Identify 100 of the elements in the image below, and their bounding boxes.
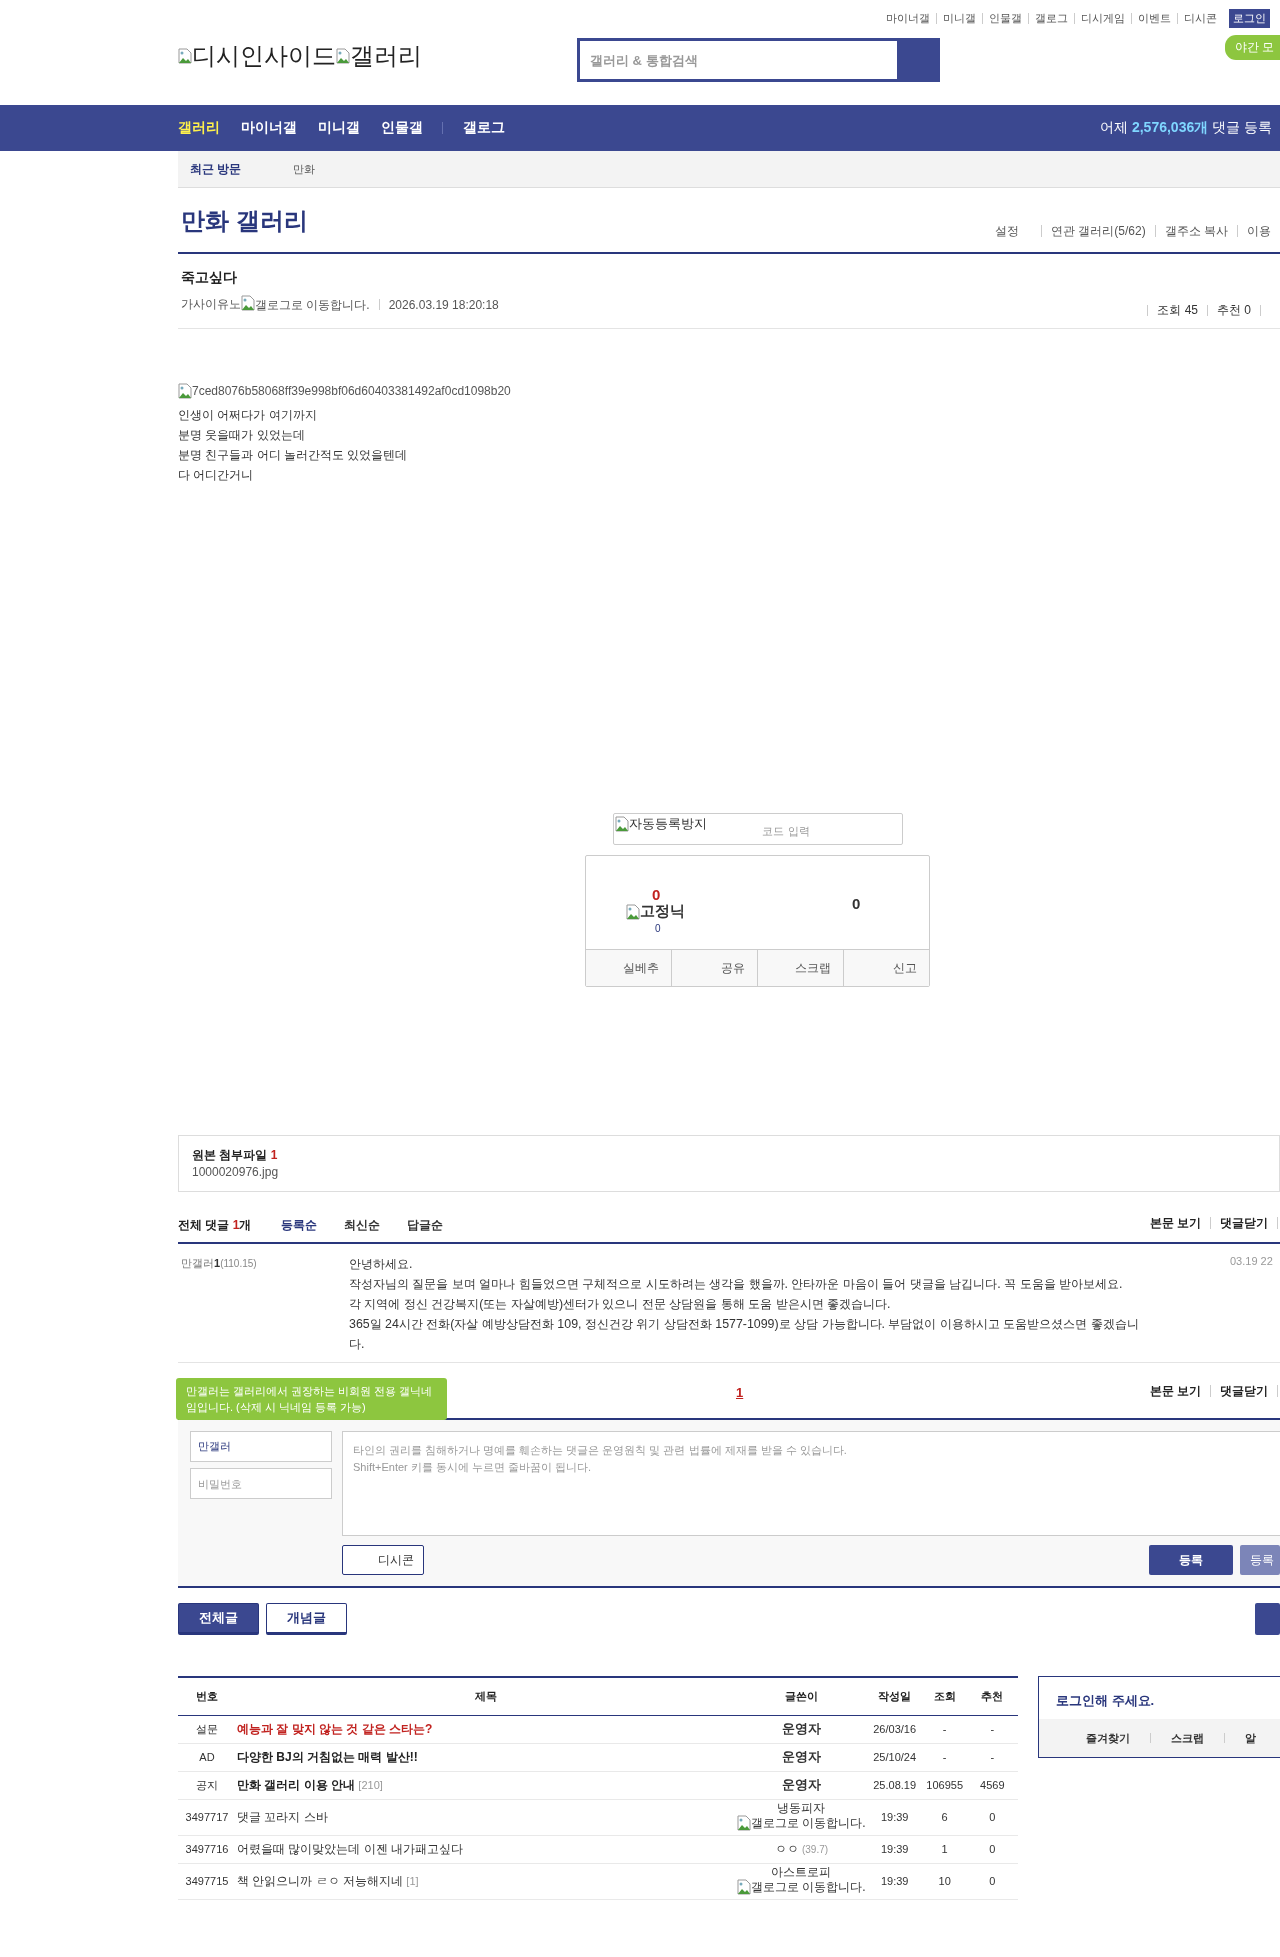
recommend-count: 4569 [966,1771,1018,1799]
post-date: 25.08.19 [866,1771,923,1799]
column-header: 번호 [178,1677,236,1715]
gallog-link[interactable]: 갤로그로 이동합니다. [241,295,370,314]
comment-link[interactable]: 본문 보기 [1140,1217,1210,1229]
gallery-link[interactable]: 갤주소 복사 [1154,225,1237,237]
gallog-link[interactable]: 갤로그로 이동합니다. [737,1878,866,1895]
sort-tab[interactable]: 답글순 [407,1217,444,1234]
downvote-count: 0 [852,895,861,912]
column-header: 추천 [966,1677,1018,1715]
gallery-logo[interactable]: 갤러리 [336,40,422,72]
recent-label: 최근 방문 [190,160,242,178]
panel-link[interactable]: 알 [1245,1730,1256,1746]
view-count: - [922,1715,967,1743]
sort-tab[interactable]: 최신순 [344,1217,381,1234]
post-text: 분명 친구들과 어디 놀러간적도 있었을텐데 [178,447,409,464]
comment-input[interactable]: 타인의 권리를 침해하거나 명예를 훼손하는 댓글은 운영원칙 및 관련 법률에 제재를 받을 수 있습니다. Shift+Enter 키를 동시에 누르면 줄바꿈이 됩니다. [342,1431,1280,1536]
dccon-button[interactable]: 디시콘 [342,1545,424,1575]
nav-tab[interactable]: 갤러리 [178,119,220,137]
post-number: 3497715 [178,1863,236,1899]
post-text: 인생이 어쩌다가 여기까지 [178,407,318,424]
post-title-link[interactable]: 다양한 BJ의 거침없는 매력 발산!! [237,1749,418,1764]
nav-tab[interactable]: 인물갤 [381,119,423,137]
list-tab[interactable]: 개념글 [266,1603,347,1635]
attachment-label: 원본 첨부파일 1 [192,1148,278,1162]
post-date: 2026.03.19 18:20:18 [388,297,499,312]
broken-image-icon [737,1814,751,1831]
post-author[interactable]: 가사이유노 [181,296,241,313]
comment-link[interactable]: 본문 보기 [1140,1385,1210,1397]
writer-name[interactable]: 운영자 [781,1777,821,1792]
gallery-title[interactable]: 만화 갤러리 [181,205,308,237]
writer-ip: (39.7) [801,1843,829,1855]
post-text: 다 어디간거니 [178,467,255,484]
recent-gallery-link[interactable]: 만화 [293,161,316,177]
view-count: 10 [922,1863,967,1899]
broken-image-icon [178,383,192,399]
fixed-nick-image: 고정닉 [626,902,685,921]
view-count: 6 [922,1799,967,1835]
gallog-link[interactable]: 갤로그로 이동합니다. [737,1814,866,1831]
login-button[interactable]: 로그인 [1229,9,1270,28]
post-title-link[interactable]: 어렸을때 많이맞았는데 이젠 내가패고싶다 [237,1841,463,1856]
attachment-file-link[interactable]: 1000020976.jpg [192,1164,1266,1181]
comment-author[interactable]: 만갤러1(110.15) [181,1254,349,1354]
login-prompt[interactable]: 로그인해 주세요. [1039,1677,1280,1719]
writer-name[interactable]: ㅇㅇ [774,1841,799,1856]
top-link[interactable]: 갤로그 [1028,13,1074,24]
page-link[interactable]: 1 [736,1385,744,1400]
write-button[interactable] [1255,1603,1280,1635]
top-link[interactable]: 미니갤 [936,13,982,24]
top-link[interactable]: 디시콘 [1177,13,1223,24]
view-count: 106955 [922,1771,967,1799]
nav-tab[interactable]: 미니갤 [318,119,360,137]
upvote-count: 0 [652,886,661,903]
column-header: 조회 [922,1677,967,1715]
password-field[interactable]: 비밀번호 [190,1468,332,1499]
post-title-link[interactable]: 책 안읽으니까 ㄹㅇ 저능해지네 [237,1873,403,1888]
site-logo[interactable]: 디시인사이드 [178,40,336,72]
writer-name[interactable]: 아스트로피 [771,1864,832,1879]
column-header: 글쓴이 [736,1677,867,1715]
post-title-link[interactable]: 만화 갤러리 이용 안내 [237,1777,355,1792]
top-link[interactable]: 디시게임 [1074,13,1131,24]
submit-button[interactable]: 등록 [1149,1545,1233,1575]
writer-name[interactable]: 운영자 [781,1721,821,1736]
comment-link[interactable]: 댓글닫기 [1210,1385,1277,1397]
nickname-field[interactable]: 만갤러 [190,1431,332,1462]
post-title-link[interactable]: 예능과 잘 맞지 않는 것 같은 스타는? [237,1721,433,1736]
comment-text: 안녕하세요. [349,1256,414,1273]
top-link[interactable]: 인물갤 [982,13,1028,24]
search-field[interactable]: 갤러리 & 통합검색 [577,38,940,82]
panel-link[interactable]: 스크랩 [1171,1730,1204,1746]
top-link[interactable]: 마이너갤 [880,13,936,24]
comment-text: 365일 24시간 전화(자살 예방상담전화 109, 정신건강 위기 상담전화 1577-1099)로 상담 가능합니다. 부담없이 이용하시고 도움받으셨스면 좋겠습니다. [349,1316,1140,1353]
sort-tab[interactable]: 등록순 [281,1217,318,1234]
recommend-count: - [966,1715,1018,1743]
panel-link[interactable]: 즐겨찾기 [1086,1730,1130,1746]
broken-image-icon [626,903,640,920]
post-date: 25/10/24 [866,1743,923,1771]
nav-tab[interactable]: 마이너갤 [241,119,297,137]
reply-count: [1] [406,1874,419,1887]
nickname-tooltip: 만갤러는 갤러리에서 권장하는 비회원 전용 갤닉네임입니다. (삭제 시 닉네임 등록 가능) [176,1378,447,1420]
comment-link[interactable]: 댓글닫기 [1210,1217,1277,1229]
writer-name[interactable]: 운영자 [781,1749,821,1764]
gallery-link[interactable]: 설정 [985,225,1028,237]
fixed-nick-count: 0 [655,923,661,934]
view-count: 조회 45 [1157,302,1198,319]
post-date: 19:39 [866,1863,923,1899]
post-number: AD [178,1743,236,1771]
list-tab[interactable]: 전체글 [178,1603,259,1635]
top-link[interactable]: 이벤트 [1131,13,1177,24]
post-title-link[interactable]: 댓글 꼬라지 스바 [237,1809,328,1824]
post-number: 3497717 [178,1799,236,1835]
post-image: 7ced8076b58068ff39e998bf06d60403381492af0cd1098b20 [178,381,511,401]
comment-text: 각 지역에 정신 건강복지(또는 자살예방)센터가 있으니 전문 상담원을 통해 도움 받은시면 좋겠습니다. [349,1296,892,1313]
gallery-link[interactable]: 이용 [1237,225,1280,237]
nav-tab[interactable]: 갤로그 [463,119,505,137]
post-number: 공지 [178,1771,236,1799]
writer-name[interactable]: 냉동피자 [777,1800,826,1815]
view-count: - [922,1743,967,1771]
gallery-link[interactable]: 연관 갤러리(5/62) [1040,225,1155,237]
recommend-count: 0 [966,1863,1018,1899]
